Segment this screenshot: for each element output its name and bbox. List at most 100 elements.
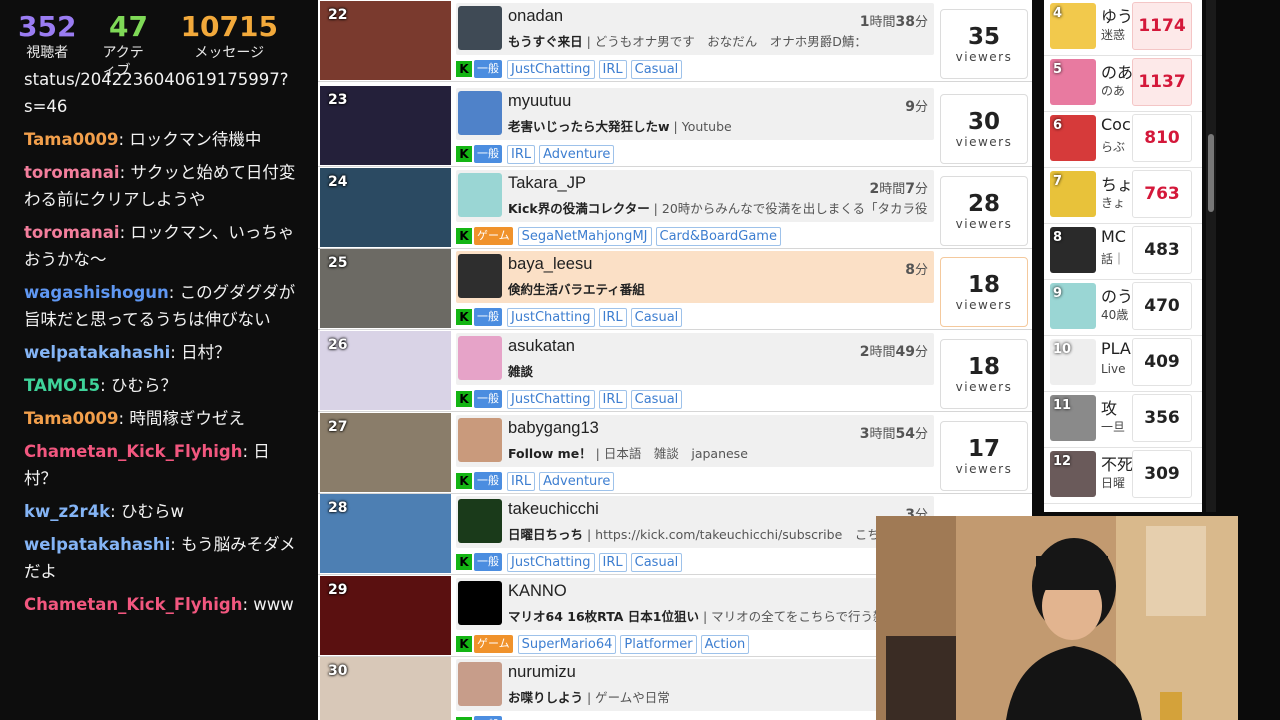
tag-link[interactable]: IRL (507, 144, 536, 164)
chat-username[interactable]: TAMO15 (24, 376, 100, 395)
stream-info[interactable]: Takara_JP Kick界の役満コレクター | 20時からみんなで役満を出しま… (456, 170, 934, 222)
scrollbar[interactable] (1206, 0, 1216, 512)
tag-link[interactable]: Casual (630, 389, 683, 409)
tag-link[interactable]: JustChatting (507, 307, 595, 327)
tag-link[interactable]: Action (700, 634, 750, 654)
side-streamer-avatar[interactable]: 5 (1050, 59, 1096, 105)
category-badge[interactable]: 一般 (474, 60, 502, 78)
chat-username[interactable]: Chametan_Kick_Flyhigh (24, 595, 242, 614)
side-stream-row[interactable]: 12 不死 日曜 309 (1044, 448, 1202, 504)
side-stream-row[interactable]: 9 のう 40歳 470 (1044, 280, 1202, 336)
tag-link[interactable]: IRL (598, 307, 627, 327)
streamer-avatar[interactable] (458, 91, 502, 135)
tag-link[interactable]: JustChatting (507, 389, 595, 409)
side-streamer-avatar[interactable]: 6 (1050, 115, 1096, 161)
category-badge[interactable]: ゲーム (474, 635, 513, 653)
category-badge[interactable]: ゲーム (474, 227, 513, 245)
tag-link[interactable]: IRL (598, 59, 627, 79)
category-badge[interactable]: 一般 (474, 390, 502, 408)
streamer-name[interactable]: asukatan (508, 337, 575, 356)
stream-info[interactable]: nurumizu お喋りしよう | ゲームや日常 (456, 659, 934, 711)
streamer-name[interactable]: babygang13 (508, 419, 599, 438)
stream-info[interactable]: onadan もうすぐ来日 | どうもオナ男です おなだん オナホ男爵D鯖： 1時間… (456, 3, 934, 55)
side-streamer-avatar[interactable]: 9 (1050, 283, 1096, 329)
side-streamer-avatar[interactable]: 4 (1050, 3, 1096, 49)
tag-link[interactable]: Adventure (539, 471, 615, 491)
streamer-name[interactable]: nurumizu (508, 663, 576, 682)
stream-row[interactable]: 26 asukatan 雑談 2時間49分 K 一般 JustChatting IRL Casu… (318, 330, 1032, 412)
category-badge[interactable]: 一般 (474, 553, 502, 571)
stream-row[interactable]: 25 baya_leesu 倹約生活バラエティ番組 8分 K 一般 JustChatting… (318, 248, 1032, 330)
side-streamer-name[interactable]: のあ (1101, 59, 1133, 83)
tag-link[interactable]: Card&BoardGame (655, 226, 781, 246)
category-badge[interactable]: 一般 (474, 145, 502, 163)
streamer-name[interactable]: KANNO (508, 582, 567, 601)
side-streamer-avatar[interactable]: 7 (1050, 171, 1096, 217)
chat-username[interactable]: wagashishogun (24, 283, 169, 302)
stream-thumbnail[interactable]: 29 (320, 576, 451, 655)
chat-username[interactable]: Chametan_Kick_Flyhigh (24, 442, 242, 461)
chat-username[interactable]: welpatakahashi (24, 535, 170, 554)
side-streamer-avatar[interactable]: 12 (1050, 451, 1096, 497)
stream-info[interactable]: baya_leesu 倹約生活バラエティ番組 8分 (456, 251, 934, 303)
tag-link[interactable]: JustChatting (507, 59, 595, 79)
stream-info[interactable]: babygang13 Follow me！ | 日本語 雑談 japanese 3時… (456, 415, 934, 467)
stream-thumbnail[interactable]: 22 (320, 1, 451, 80)
tag-link[interactable]: Casual (630, 552, 683, 572)
streamer-name[interactable]: onadan (508, 7, 563, 26)
stream-row[interactable]: 23 myuutuu 老害いじったら大発狂したw | Youtube 9分 K 一般 IRL… (318, 85, 1032, 167)
side-stream-row[interactable]: 4 ゆう 迷惑 1174 (1044, 0, 1202, 56)
side-stream-row[interactable]: 7 ちょ きょ 763 (1044, 168, 1202, 224)
chat-username[interactable]: Tama0009 (24, 409, 119, 428)
side-stream-row[interactable]: 6 Coc らぶ 810 (1044, 112, 1202, 168)
tag-link[interactable]: IRL (598, 389, 627, 409)
streamer-name[interactable]: Takara_JP (508, 174, 586, 193)
side-streamer-name[interactable]: ちょ (1101, 171, 1133, 195)
chat-username[interactable]: welpatakahashi (24, 343, 170, 362)
side-stream-row[interactable]: 8 MC 話｜ 483 (1044, 224, 1202, 280)
side-stream-row[interactable]: 5 のあ のあ 1137 (1044, 56, 1202, 112)
side-streamer-name[interactable]: 攻 (1101, 395, 1133, 419)
tag-link[interactable]: SuperMario64 (517, 634, 617, 654)
streamer-name[interactable]: baya_leesu (508, 255, 592, 274)
stream-row[interactable]: 27 babygang13 Follow me！ | 日本語 雑談 japanese… (318, 412, 1032, 494)
streamer-name[interactable]: myuutuu (508, 92, 571, 111)
category-badge[interactable]: 一般 (474, 308, 502, 326)
stream-thumbnail[interactable]: 23 (320, 86, 451, 165)
tag-link[interactable]: Platformer (620, 634, 697, 654)
chat-username[interactable]: toromanai (24, 163, 120, 182)
tag-link[interactable]: IRL (507, 471, 536, 491)
streamer-avatar[interactable] (458, 254, 502, 298)
streamer-avatar[interactable] (458, 499, 502, 543)
side-streamer-avatar[interactable]: 10 (1050, 339, 1096, 385)
tag-link[interactable]: Adventure (539, 144, 615, 164)
streamer-avatar[interactable] (458, 662, 502, 706)
side-streamer-avatar[interactable]: 11 (1050, 395, 1096, 441)
tag-link[interactable]: IRL (598, 552, 627, 572)
stream-info[interactable]: asukatan 雑談 2時間49分 (456, 333, 934, 385)
stream-thumbnail[interactable]: 24 (320, 168, 451, 247)
side-streamer-name[interactable]: PLA (1101, 339, 1133, 358)
chat-username[interactable]: kw_z2r4k (24, 502, 110, 521)
side-streamer-name[interactable]: 不死 (1101, 451, 1133, 475)
stream-info[interactable]: takeuchicchi 日曜日ちっち | https://kick.com/ta… (456, 496, 934, 548)
streamer-avatar[interactable] (458, 6, 502, 50)
streamer-avatar[interactable] (458, 173, 502, 217)
streamer-avatar[interactable] (458, 418, 502, 462)
scrollbar-thumb[interactable] (1208, 134, 1214, 212)
stream-info[interactable]: myuutuu 老害いじったら大発狂したw | Youtube 9分 (456, 88, 934, 140)
tag-link[interactable]: Casual (630, 59, 683, 79)
streamer-name[interactable]: takeuchicchi (508, 500, 599, 519)
side-streamer-name[interactable]: Coc (1101, 115, 1133, 134)
stream-thumbnail[interactable]: 25 (320, 249, 451, 328)
stream-thumbnail[interactable]: 28 (320, 494, 451, 573)
tag-link[interactable]: JustChatting (507, 552, 595, 572)
stream-row[interactable]: 24 Takara_JP Kick界の役満コレクター | 20時からみんなで役満を出… (318, 167, 1032, 249)
side-streamer-avatar[interactable]: 8 (1050, 227, 1096, 273)
category-badge[interactable]: 一般 (474, 472, 502, 490)
chat-username[interactable]: Tama0009 (24, 130, 119, 149)
stream-thumbnail[interactable]: 27 (320, 413, 451, 492)
tag-link[interactable]: SegaNetMahjongMJ (517, 226, 652, 246)
streamer-avatar[interactable] (458, 336, 502, 380)
chat-username[interactable]: toromanai (24, 223, 120, 242)
